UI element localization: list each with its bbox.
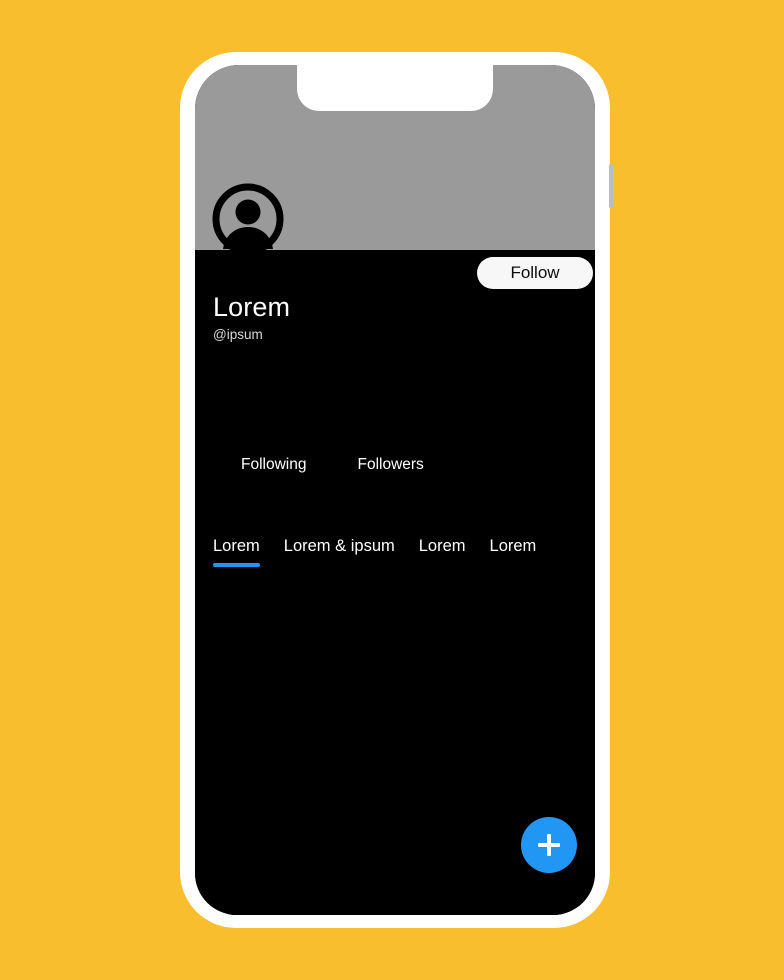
profile-content-panel: Follow Lorem @ipsum Following Followers … <box>195 250 595 915</box>
phone-side-button[interactable] <box>609 164 613 208</box>
stat-following[interactable]: Following <box>241 456 306 474</box>
tab-label: Lorem <box>418 537 466 555</box>
follow-button[interactable]: Follow <box>477 257 593 289</box>
phone-notch <box>297 65 493 111</box>
profile-identity: Lorem @ipsum <box>213 292 290 343</box>
tab-active-indicator <box>213 563 260 567</box>
tab-lorem-4[interactable]: Lorem <box>490 535 537 567</box>
stat-followers[interactable]: Followers <box>357 456 423 474</box>
plus-icon <box>537 833 561 857</box>
tab-lorem-1[interactable]: Lorem <box>213 535 260 567</box>
tab-label: Lorem & ipsum <box>283 537 395 555</box>
tab-lorem-3[interactable]: Lorem <box>419 535 466 567</box>
profile-tabs: Lorem Lorem & ipsum Lorem Lorem <box>213 535 595 567</box>
tab-lorem-ipsum[interactable]: Lorem & ipsum <box>284 535 395 567</box>
tab-label: Lorem <box>489 537 537 555</box>
phone-screen: Follow Lorem @ipsum Following Followers … <box>195 65 595 915</box>
user-avatar-icon[interactable] <box>211 182 285 256</box>
phone-device-frame: Follow Lorem @ipsum Following Followers … <box>180 52 613 928</box>
tab-label: Lorem <box>213 537 260 555</box>
profile-stats-row: Following Followers <box>241 456 424 474</box>
compose-fab-button[interactable] <box>521 817 577 873</box>
profile-display-name: Lorem <box>213 292 291 322</box>
profile-handle: @ipsum <box>213 327 263 342</box>
